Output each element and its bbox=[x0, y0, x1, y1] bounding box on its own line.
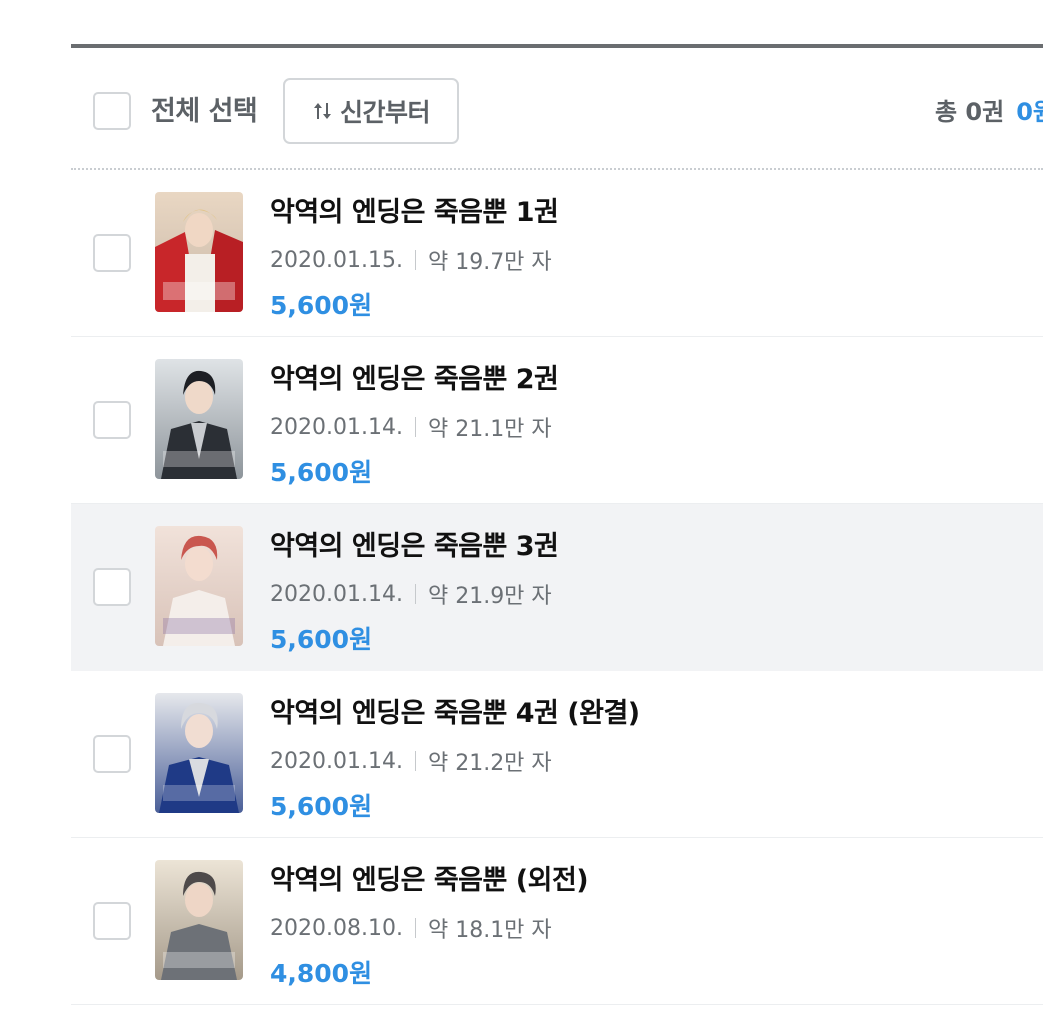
book-title[interactable]: 악역의 엔딩은 죽음뿐 (외전) bbox=[270, 858, 589, 897]
book-date: 2020.01.14. bbox=[270, 748, 403, 774]
book-checkbox[interactable] bbox=[93, 234, 131, 272]
book-row[interactable]: 악역의 엔딩은 죽음뿐 (외전) 2020.08.10. 약 18.1만 자 4… bbox=[71, 838, 1043, 1005]
book-row[interactable]: 악역의 엔딩은 죽음뿐 2권 2020.01.14. 약 21.1만 자 5,6… bbox=[71, 337, 1043, 504]
book-list-panel: 전체 선택 신간부터 총 0권 0원 bbox=[71, 44, 1043, 1005]
meta-divider bbox=[414, 584, 416, 604]
book-price: 5,600원 bbox=[270, 792, 373, 821]
book-checkbox[interactable] bbox=[93, 902, 131, 940]
book-row[interactable]: 악역의 엔딩은 죽음뿐 4권 (완결) 2020.01.14. 약 21.2만 … bbox=[71, 671, 1043, 838]
sort-button[interactable]: 신간부터 bbox=[283, 78, 459, 144]
select-all-checkbox[interactable] bbox=[93, 92, 131, 130]
meta-divider bbox=[414, 918, 416, 938]
book-row[interactable]: 악역의 엔딩은 죽음뿐 1권 2020.01.15. 약 19.7만 자 5,6… bbox=[71, 170, 1043, 337]
book-date: 2020.01.14. bbox=[270, 581, 403, 607]
book-price: 5,600원 bbox=[270, 291, 373, 320]
book-cover-image[interactable] bbox=[155, 359, 243, 479]
book-date: 2020.01.15. bbox=[270, 247, 403, 273]
book-char-count: 약 21.1만 자 bbox=[427, 417, 552, 442]
total-price: 0원 bbox=[1016, 98, 1043, 126]
book-meta: 2020.01.14. 약 21.1만 자 bbox=[270, 411, 552, 443]
book-char-count: 약 21.9만 자 bbox=[427, 584, 552, 609]
book-char-count: 약 19.7만 자 bbox=[427, 250, 552, 275]
meta-divider bbox=[414, 751, 416, 771]
meta-divider bbox=[414, 250, 416, 270]
book-title[interactable]: 악역의 엔딩은 죽음뿐 1권 bbox=[270, 190, 559, 229]
book-price: 4,800원 bbox=[270, 959, 373, 988]
total-count: 총 0권 bbox=[935, 98, 1005, 126]
book-date: 2020.01.14. bbox=[270, 414, 403, 440]
list-header: 전체 선택 신간부터 총 0권 0원 bbox=[71, 48, 1043, 170]
book-meta: 2020.01.15. 약 19.7만 자 bbox=[270, 244, 552, 276]
book-date: 2020.08.10. bbox=[270, 915, 403, 941]
sort-button-label: 신간부터 bbox=[339, 98, 431, 127]
book-price: 5,600원 bbox=[270, 458, 373, 487]
book-checkbox[interactable] bbox=[93, 735, 131, 773]
book-title[interactable]: 악역의 엔딩은 죽음뿐 3권 bbox=[270, 524, 559, 563]
book-cover-image[interactable] bbox=[155, 526, 243, 646]
sort-arrows-icon bbox=[312, 100, 334, 122]
book-meta: 2020.08.10. 약 18.1만 자 bbox=[270, 912, 552, 944]
book-title[interactable]: 악역의 엔딩은 죽음뿐 4권 (완결) bbox=[270, 691, 640, 730]
book-price: 5,600원 bbox=[270, 625, 373, 654]
meta-divider bbox=[414, 417, 416, 437]
book-checkbox[interactable] bbox=[93, 401, 131, 439]
book-meta: 2020.01.14. 약 21.2만 자 bbox=[270, 745, 552, 777]
book-cover-image[interactable] bbox=[155, 693, 243, 813]
book-cover-image[interactable] bbox=[155, 860, 243, 980]
selection-total: 총 0권 0원 bbox=[935, 92, 1043, 132]
book-char-count: 약 18.1만 자 bbox=[427, 918, 552, 943]
book-char-count: 약 21.2만 자 bbox=[427, 751, 552, 776]
book-title[interactable]: 악역의 엔딩은 죽음뿐 2권 bbox=[270, 357, 559, 396]
book-row[interactable]: 악역의 엔딩은 죽음뿐 3권 2020.01.14. 약 21.9만 자 5,6… bbox=[71, 504, 1043, 671]
book-cover-image[interactable] bbox=[155, 192, 243, 312]
book-checkbox[interactable] bbox=[93, 568, 131, 606]
book-meta: 2020.01.14. 약 21.9만 자 bbox=[270, 578, 552, 610]
select-all-label[interactable]: 전체 선택 bbox=[151, 92, 258, 132]
